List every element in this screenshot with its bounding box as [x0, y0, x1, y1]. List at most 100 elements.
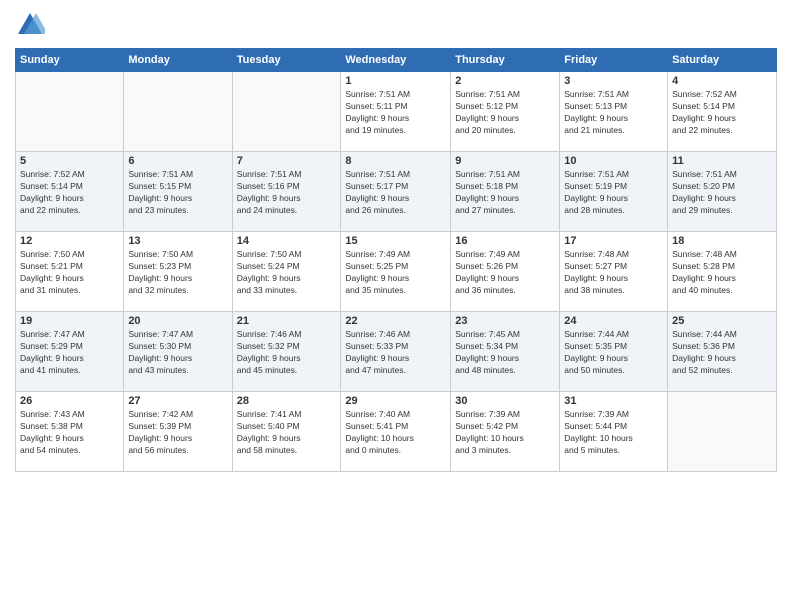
weekday-header-sunday: Sunday — [16, 49, 124, 72]
day-number: 24 — [564, 315, 663, 327]
calendar-cell: 7 Sunrise: 7:51 AM Sunset: 5:16 PM Daylig… — [232, 152, 341, 232]
day-number: 10 — [564, 155, 663, 167]
day-info: Sunrise: 7:39 AM Sunset: 5:42 PM Dayligh… — [455, 409, 555, 457]
weekday-header-row: SundayMondayTuesdayWednesdayThursdayFrid… — [16, 49, 777, 72]
calendar-cell: 10 Sunrise: 7:51 AM Sunset: 5:19 PM Dayli… — [560, 152, 668, 232]
calendar-cell — [668, 392, 777, 472]
header — [15, 10, 777, 40]
day-info: Sunrise: 7:49 AM Sunset: 5:26 PM Dayligh… — [455, 249, 555, 297]
calendar-cell: 17Sunrise: 7:48 AM Sunset: 5:27 PM Dayli… — [560, 232, 668, 312]
day-info: Sunrise: 7:45 AM Sunset: 5:34 PM Dayligh… — [455, 329, 555, 377]
day-info: Sunrise: 7:42 AM Sunset: 5:39 PM Dayligh… — [128, 409, 227, 457]
day-number: 5 — [20, 155, 119, 167]
calendar-cell: 30 Sunrise: 7:39 AM Sunset: 5:42 PM Dayli… — [451, 392, 560, 472]
logo-icon — [15, 10, 45, 40]
calendar-cell: 26 Sunrise: 7:43 AM Sunset: 5:38 PM Dayli… — [16, 392, 124, 472]
day-number: 11 — [672, 155, 772, 167]
day-info: Sunrise: 7:51 AM Sunset: 5:16 PM Dayligh… — [237, 169, 337, 217]
calendar-cell: 12 Sunrise: 7:50 AM Sunset: 5:21 PM Dayli… — [16, 232, 124, 312]
day-number: 15 — [345, 235, 446, 247]
week-row-2: 5 Sunrise: 7:52 AM Sunset: 5:14 PM Daylig… — [16, 152, 777, 232]
day-number: 20 — [128, 315, 227, 327]
day-number: 19 — [20, 315, 119, 327]
weekday-header-thursday: Thursday — [451, 49, 560, 72]
day-info: Sunrise: 7:51 AM Sunset: 5:17 PM Dayligh… — [345, 169, 446, 217]
calendar-cell: 28Sunrise: 7:41 AM Sunset: 5:40 PM Dayli… — [232, 392, 341, 472]
day-number: 1 — [345, 75, 446, 87]
week-row-1: 1 Sunrise: 7:51 AM Sunset: 5:11 PM Daylig… — [16, 72, 777, 152]
day-number: 14 — [237, 235, 337, 247]
weekday-header-wednesday: Wednesday — [341, 49, 451, 72]
day-info: Sunrise: 7:41 AM Sunset: 5:40 PM Dayligh… — [237, 409, 337, 457]
day-info: Sunrise: 7:39 AM Sunset: 5:44 PM Dayligh… — [564, 409, 663, 457]
day-info: Sunrise: 7:51 AM Sunset: 5:11 PM Dayligh… — [345, 89, 446, 137]
day-number: 8 — [345, 155, 446, 167]
calendar-cell: 2 Sunrise: 7:51 AM Sunset: 5:12 PM Daylig… — [451, 72, 560, 152]
day-info: Sunrise: 7:43 AM Sunset: 5:38 PM Dayligh… — [20, 409, 119, 457]
calendar-cell — [16, 72, 124, 152]
day-number: 25 — [672, 315, 772, 327]
calendar-cell: 16 Sunrise: 7:49 AM Sunset: 5:26 PM Dayli… — [451, 232, 560, 312]
calendar-cell: 31 Sunrise: 7:39 AM Sunset: 5:44 PM Dayli… — [560, 392, 668, 472]
day-number: 4 — [672, 75, 772, 87]
day-info: Sunrise: 7:52 AM Sunset: 5:14 PM Dayligh… — [672, 89, 772, 137]
day-info: Sunrise: 7:46 AM Sunset: 5:32 PM Dayligh… — [237, 329, 337, 377]
calendar-cell: 3 Sunrise: 7:51 AM Sunset: 5:13 PM Daylig… — [560, 72, 668, 152]
calendar-cell: 11 Sunrise: 7:51 AM Sunset: 5:20 PM Dayli… — [668, 152, 777, 232]
day-info: Sunrise: 7:51 AM Sunset: 5:19 PM Dayligh… — [564, 169, 663, 217]
logo — [15, 10, 49, 40]
day-number: 17 — [564, 235, 663, 247]
weekday-header-monday: Monday — [124, 49, 232, 72]
calendar-cell: 1 Sunrise: 7:51 AM Sunset: 5:11 PM Daylig… — [341, 72, 451, 152]
week-row-5: 26 Sunrise: 7:43 AM Sunset: 5:38 PM Dayli… — [16, 392, 777, 472]
day-number: 12 — [20, 235, 119, 247]
calendar-cell: 21 Sunrise: 7:46 AM Sunset: 5:32 PM Dayli… — [232, 312, 341, 392]
day-number: 13 — [128, 235, 227, 247]
day-number: 26 — [20, 395, 119, 407]
calendar-cell — [124, 72, 232, 152]
day-number: 7 — [237, 155, 337, 167]
day-info: Sunrise: 7:44 AM Sunset: 5:36 PM Dayligh… — [672, 329, 772, 377]
day-info: Sunrise: 7:51 AM Sunset: 5:20 PM Dayligh… — [672, 169, 772, 217]
day-info: Sunrise: 7:51 AM Sunset: 5:18 PM Dayligh… — [455, 169, 555, 217]
day-info: Sunrise: 7:49 AM Sunset: 5:25 PM Dayligh… — [345, 249, 446, 297]
calendar-cell: 8 Sunrise: 7:51 AM Sunset: 5:17 PM Daylig… — [341, 152, 451, 232]
day-number: 21 — [237, 315, 337, 327]
weekday-header-tuesday: Tuesday — [232, 49, 341, 72]
day-info: Sunrise: 7:40 AM Sunset: 5:41 PM Dayligh… — [345, 409, 446, 457]
calendar-cell: 22Sunrise: 7:46 AM Sunset: 5:33 PM Dayli… — [341, 312, 451, 392]
calendar-cell: 6 Sunrise: 7:51 AM Sunset: 5:15 PM Daylig… — [124, 152, 232, 232]
day-number: 16 — [455, 235, 555, 247]
day-number: 23 — [455, 315, 555, 327]
calendar: SundayMondayTuesdayWednesdayThursdayFrid… — [15, 48, 777, 472]
day-number: 29 — [345, 395, 446, 407]
weekday-header-saturday: Saturday — [668, 49, 777, 72]
calendar-cell: 4 Sunrise: 7:52 AM Sunset: 5:14 PM Daylig… — [668, 72, 777, 152]
calendar-cell: 20 Sunrise: 7:47 AM Sunset: 5:30 PM Dayli… — [124, 312, 232, 392]
day-info: Sunrise: 7:44 AM Sunset: 5:35 PM Dayligh… — [564, 329, 663, 377]
day-info: Sunrise: 7:51 AM Sunset: 5:15 PM Dayligh… — [128, 169, 227, 217]
day-number: 30 — [455, 395, 555, 407]
day-info: Sunrise: 7:51 AM Sunset: 5:12 PM Dayligh… — [455, 89, 555, 137]
day-info: Sunrise: 7:47 AM Sunset: 5:30 PM Dayligh… — [128, 329, 227, 377]
day-info: Sunrise: 7:50 AM Sunset: 5:24 PM Dayligh… — [237, 249, 337, 297]
day-number: 2 — [455, 75, 555, 87]
calendar-cell — [232, 72, 341, 152]
calendar-cell: 29 Sunrise: 7:40 AM Sunset: 5:41 PM Dayli… — [341, 392, 451, 472]
day-number: 31 — [564, 395, 663, 407]
day-info: Sunrise: 7:52 AM Sunset: 5:14 PM Dayligh… — [20, 169, 119, 217]
calendar-cell: 18Sunrise: 7:48 AM Sunset: 5:28 PM Dayli… — [668, 232, 777, 312]
day-number: 6 — [128, 155, 227, 167]
day-info: Sunrise: 7:50 AM Sunset: 5:21 PM Dayligh… — [20, 249, 119, 297]
calendar-cell: 13Sunrise: 7:50 AM Sunset: 5:23 PM Dayli… — [124, 232, 232, 312]
calendar-cell: 5 Sunrise: 7:52 AM Sunset: 5:14 PM Daylig… — [16, 152, 124, 232]
day-number: 3 — [564, 75, 663, 87]
calendar-cell: 25 Sunrise: 7:44 AM Sunset: 5:36 PM Dayli… — [668, 312, 777, 392]
day-info: Sunrise: 7:48 AM Sunset: 5:28 PM Dayligh… — [672, 249, 772, 297]
week-row-4: 19Sunrise: 7:47 AM Sunset: 5:29 PM Dayli… — [16, 312, 777, 392]
day-number: 27 — [128, 395, 227, 407]
weekday-header-friday: Friday — [560, 49, 668, 72]
calendar-cell: 15 Sunrise: 7:49 AM Sunset: 5:25 PM Dayli… — [341, 232, 451, 312]
day-info: Sunrise: 7:51 AM Sunset: 5:13 PM Dayligh… — [564, 89, 663, 137]
page: SundayMondayTuesdayWednesdayThursdayFrid… — [0, 0, 792, 612]
